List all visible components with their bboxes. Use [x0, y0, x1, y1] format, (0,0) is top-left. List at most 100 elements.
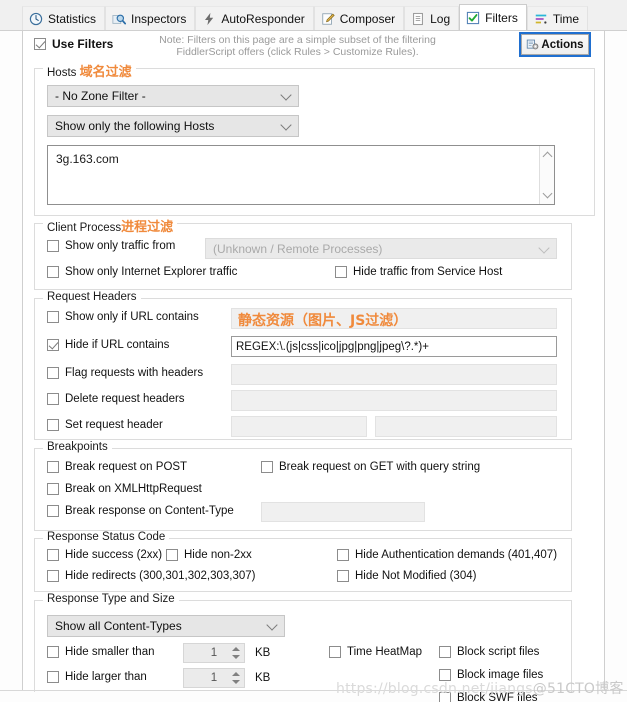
break-response-content-type-label: Break response on Content-Type	[65, 505, 234, 517]
break-xhr-row[interactable]: Break on XMLHttpRequest	[47, 483, 202, 495]
show-only-url-contains-row[interactable]: Show only if URL contains	[47, 311, 199, 323]
hide-auth-demands-checkbox[interactable]	[337, 549, 349, 561]
hide-not-modified-checkbox[interactable]	[337, 570, 349, 582]
hide-redirects-checkbox[interactable]	[47, 570, 59, 582]
use-filters-checkbox[interactable]	[34, 38, 46, 50]
delete-request-headers-input[interactable]	[231, 390, 557, 411]
break-request-get-query-label: Break request on GET with query string	[279, 461, 481, 473]
statistics-icon	[29, 12, 43, 25]
client-process-combo[interactable]: (Unknown / Remote Processes)	[205, 238, 557, 259]
hide-service-host-label: Hide traffic from Service Host	[353, 266, 503, 278]
hide-success-checkbox[interactable]	[47, 549, 59, 561]
hide-if-url-contains-input[interactable]: REGEX:\.(js|css|ico|jpg|png|jpeg\?.*)+	[231, 336, 557, 357]
break-request-post-checkbox[interactable]	[47, 461, 59, 473]
show-only-url-contains-checkbox[interactable]	[47, 311, 59, 323]
set-request-header-row[interactable]: Set request header	[47, 419, 163, 431]
hide-larger-than-label: Hide larger than	[65, 671, 147, 683]
tab-log[interactable]: Log	[404, 6, 460, 30]
hide-non2xx-checkbox[interactable]	[166, 549, 178, 561]
hide-larger-than-row[interactable]: Hide larger than	[47, 671, 147, 683]
break-xhr-checkbox[interactable]	[47, 483, 59, 495]
hide-larger-than-checkbox[interactable]	[47, 671, 59, 683]
note-line-2: FiddlerScript offers (click Rules > Cust…	[176, 46, 419, 58]
hide-service-host-row[interactable]: Hide traffic from Service Host	[335, 266, 502, 278]
tab-inspectors[interactable]: Inspectors	[105, 6, 196, 30]
break-request-get-query-checkbox[interactable]	[261, 461, 273, 473]
hide-smaller-than-checkbox[interactable]	[47, 646, 59, 658]
spinner-down-icon[interactable]	[231, 655, 240, 659]
flag-requests-with-headers-input[interactable]	[231, 364, 557, 385]
show-only-traffic-from-checkbox[interactable]	[47, 240, 59, 252]
host-mode-combo[interactable]: Show only the following Hosts	[47, 115, 299, 137]
spinner-down-icon[interactable]	[231, 680, 240, 684]
block-script-files-checkbox[interactable]	[439, 646, 451, 658]
hide-if-url-contains-row[interactable]: Hide if URL contains	[47, 339, 169, 351]
delete-request-headers-row[interactable]: Delete request headers	[47, 393, 185, 405]
scroll-up-icon[interactable]	[542, 151, 553, 162]
time-heatmap-row[interactable]: Time HeatMap	[329, 646, 422, 658]
hide-success-row[interactable]: Hide success (2xx)	[47, 549, 162, 561]
set-request-header-name-input[interactable]	[231, 416, 367, 437]
response-status-legend: Response Status Code	[43, 531, 170, 543]
hide-smaller-than-spinner[interactable]: 1	[183, 643, 245, 663]
main-tab-bar: Statistics Inspectors AutoResponder Comp…	[0, 0, 627, 31]
break-response-content-type-input[interactable]	[261, 502, 425, 522]
tab-filters[interactable]: Filters	[459, 4, 527, 30]
hide-if-url-contains-checkbox[interactable]	[47, 339, 59, 351]
spinner-up-icon[interactable]	[231, 672, 240, 676]
hosts-list-scrollbar[interactable]	[539, 146, 554, 204]
set-request-header-checkbox[interactable]	[47, 419, 59, 431]
hide-redirects-label: Hide redirects (300,301,302,303,307)	[65, 570, 256, 582]
hide-non2xx-row[interactable]: Hide non-2xx	[166, 549, 252, 561]
hide-larger-than-unit: KB	[255, 672, 271, 684]
hide-larger-than-spinner[interactable]: 1	[183, 668, 245, 688]
time-heatmap-checkbox[interactable]	[329, 646, 341, 658]
tab-statistics[interactable]: Statistics	[22, 6, 106, 30]
tab-autoresponder[interactable]: AutoResponder	[195, 6, 314, 30]
spinner-buttons[interactable]	[229, 645, 242, 661]
breakpoints-legend: Breakpoints	[43, 441, 112, 453]
use-filters-row[interactable]: Use Filters	[34, 37, 113, 51]
hide-smaller-than-value: 1	[210, 647, 218, 659]
hide-redirects-row[interactable]: Hide redirects (300,301,302,303,307)	[47, 570, 256, 582]
break-request-get-query-row[interactable]: Break request on GET with query string	[261, 461, 480, 473]
hide-auth-demands-row[interactable]: Hide Authentication demands (401,407)	[337, 549, 557, 561]
content-types-combo[interactable]: Show all Content-Types	[47, 615, 285, 637]
time-heatmap-label: Time HeatMap	[347, 646, 422, 658]
break-request-post-row[interactable]: Break request on POST	[47, 461, 187, 473]
show-only-traffic-from-row[interactable]: Show only traffic from	[47, 240, 175, 252]
break-response-content-type-checkbox[interactable]	[47, 505, 59, 517]
break-response-content-type-row[interactable]: Break response on Content-Type	[47, 505, 234, 517]
block-script-files-row[interactable]: Block script files	[439, 646, 539, 658]
block-script-files-label: Block script files	[457, 646, 540, 658]
zone-filter-combo[interactable]: - No Zone Filter -	[47, 85, 299, 107]
flag-requests-with-headers-checkbox[interactable]	[47, 367, 59, 379]
tab-timeline[interactable]: Time	[526, 6, 589, 30]
scroll-down-icon[interactable]	[542, 188, 553, 199]
client-process-combo-value: (Unknown / Remote Processes)	[213, 241, 383, 256]
hide-smaller-than-row[interactable]: Hide smaller than	[47, 646, 154, 658]
set-request-header-value-input[interactable]	[375, 416, 557, 437]
tab-label: Time	[552, 11, 580, 26]
watermark-suffix: @51CTO博客	[532, 681, 624, 697]
log-document-icon	[413, 12, 423, 25]
request-headers-group: Request Headers Show only if URL contain…	[34, 291, 572, 440]
filters-panel: Use Filters Note: Filters on this page a…	[22, 31, 605, 702]
hide-smaller-than-unit: KB	[255, 647, 271, 659]
inspectors-magnifier-icon	[112, 14, 127, 24]
show-only-ie-checkbox[interactable]	[47, 266, 59, 278]
tab-composer[interactable]: Composer	[313, 6, 405, 30]
show-only-ie-row[interactable]: Show only Internet Explorer traffic	[47, 266, 237, 278]
hide-service-host-checkbox[interactable]	[335, 266, 347, 278]
actions-button[interactable]: Actions	[519, 32, 591, 57]
break-xhr-label: Break on XMLHttpRequest	[65, 483, 202, 495]
client-process-group: Client Process进程过滤 Show only traffic fro…	[34, 216, 572, 290]
actions-gear-icon	[527, 39, 539, 50]
client-process-legend: Client Process进程过滤	[43, 216, 178, 235]
hide-not-modified-row[interactable]: Hide Not Modified (304)	[337, 570, 476, 582]
spinner-buttons[interactable]	[229, 670, 242, 686]
flag-requests-with-headers-row[interactable]: Flag requests with headers	[47, 367, 203, 379]
delete-request-headers-checkbox[interactable]	[47, 393, 59, 405]
hosts-list-textarea[interactable]: 3g.163.com	[47, 145, 555, 205]
spinner-up-icon[interactable]	[231, 647, 240, 651]
